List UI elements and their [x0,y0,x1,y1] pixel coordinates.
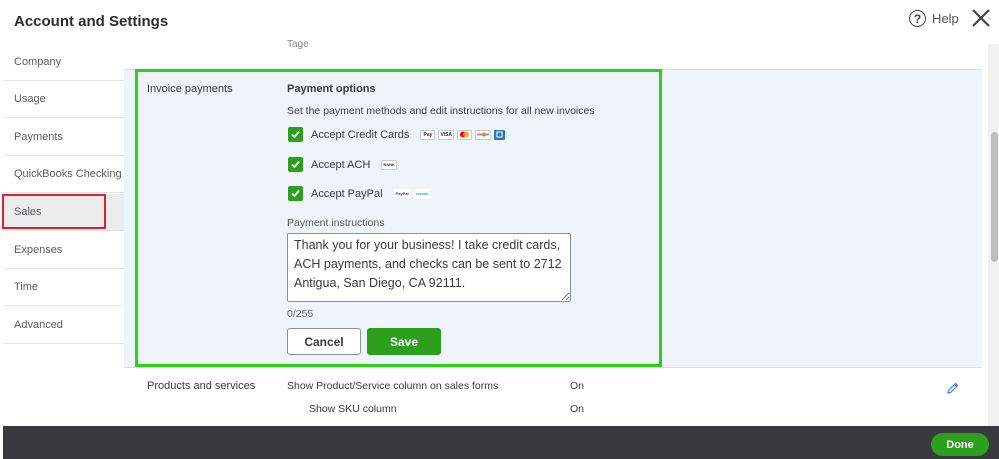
sidebar-item-payments[interactable]: Payments [3,119,124,156]
accept-credit-cards-option: Accept Credit Cards Pay VISA [288,127,506,142]
done-button[interactable]: Done [931,433,989,456]
save-button[interactable]: Save [367,328,441,355]
cut-off-text: Tage [287,39,309,50]
scrollbar-thumb[interactable] [991,132,998,262]
sidebar-item-expenses[interactable]: Expenses [3,232,124,269]
accept-paypal-checkbox[interactable] [288,186,303,201]
products-services-label: Products and services [147,380,256,392]
dialog-header: Account and Settings ? Help [0,0,999,44]
accept-ach-label: Accept ACH [311,158,371,171]
sidebar-item-quickbooks-checking[interactable]: QuickBooks Checking [3,156,124,193]
payment-options-title: Payment options [287,83,376,95]
payment-instructions-label: Payment instructions [287,217,385,229]
settings-sidebar: Company Usage Payments QuickBooks Checki… [0,44,125,426]
venmo-icon: venmo [413,188,431,199]
show-sku-column-label: Show SKU column [309,403,397,415]
sidebar-item-usage[interactable]: Usage [3,81,124,118]
sidebar-item-advanced[interactable]: Advanced [3,307,124,344]
bank-icon: BANK [381,159,397,170]
help-button[interactable]: ? Help [909,10,959,27]
accept-credit-cards-checkbox[interactable] [288,127,303,142]
accept-ach-option: Accept ACH BANK [288,157,397,172]
mastercard-icon [457,129,473,140]
close-icon[interactable] [970,7,992,29]
payment-instructions-textarea[interactable]: Thank you for your business! I take cred… [287,233,571,302]
checkmark-icon [291,189,300,198]
sidebar-item-company[interactable]: Company [3,44,124,81]
show-sku-column-value: On [570,403,585,415]
dialog-footer [3,426,999,459]
show-product-service-column-value: On [570,380,585,392]
dialog-title: Account and Settings [14,13,169,30]
payment-options-description: Set the payment methods and edit instruc… [287,105,595,117]
question-circle-icon: ? [909,10,926,27]
checkmark-icon [291,130,300,139]
visa-icon: VISA [438,129,455,140]
character-count: 0/255 [287,308,314,320]
accept-paypal-option: Accept PayPal PayPal venmo [288,186,431,201]
help-label: Help [932,11,959,26]
apple-pay-icon: Pay [420,129,436,140]
invoice-payments-label: Invoice payments [147,83,233,95]
cancel-button[interactable]: Cancel [287,328,361,355]
checkmark-icon [291,160,300,169]
show-product-service-column-label: Show Product/Service column on sales for… [287,380,499,392]
accept-credit-cards-label: Accept Credit Cards [311,128,410,141]
sales-highlight-box [2,194,106,229]
amex-icon [494,129,506,140]
paypal-icon: PayPal [393,188,411,199]
accept-ach-checkbox[interactable] [288,157,303,172]
sidebar-item-time[interactable]: Time [3,269,124,306]
accept-paypal-label: Accept PayPal [311,187,383,200]
discover-icon [475,129,492,140]
pencil-icon[interactable] [946,381,960,395]
